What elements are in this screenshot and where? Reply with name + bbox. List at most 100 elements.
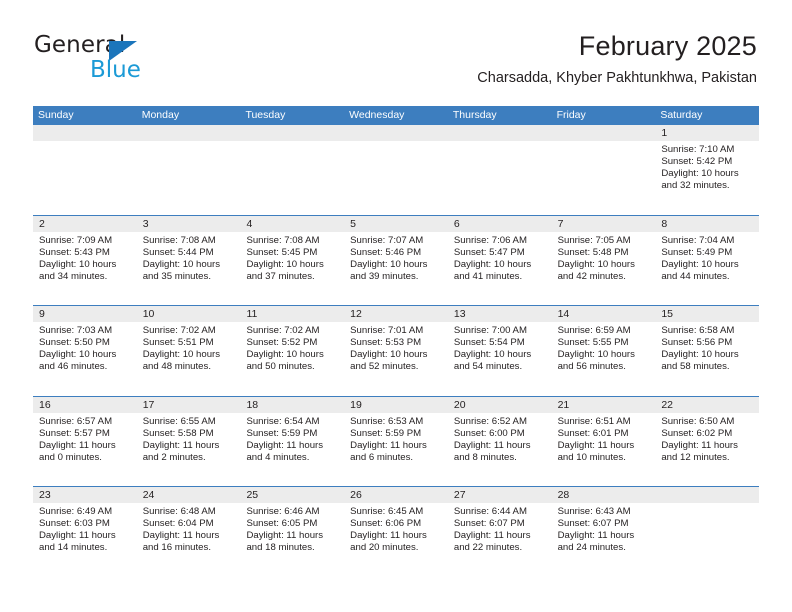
day-cell[interactable]: 24 Sunrise: 6:48 AM Sunset: 6:04 PM Dayligh… [136, 487, 241, 577]
page-title: February 2025 [578, 31, 757, 61]
day-cell[interactable]: 28 Sunrise: 6:43 AM Sunset: 6:07 PM Dayligh… [551, 487, 656, 577]
day-cell[interactable]: 9 Sunrise: 7:03 AM Sunset: 5:50 PM Daylight… [33, 306, 137, 396]
sunrise-text: Sunrise: 6:54 AM [246, 415, 320, 427]
day-info: Sunrise: 6:46 AM Sunset: 6:05 PM Daylight:… [240, 503, 344, 554]
day-cell[interactable]: 20 Sunrise: 6:52 AM Sunset: 6:00 PM Dayligh… [447, 396, 552, 486]
sunset-text: Sunset: 6:07 PM [453, 518, 525, 530]
day-info: Sunrise: 7:10 AM Sunset: 5:42 PM Daylight:… [655, 141, 759, 192]
day-info: Sunrise: 7:00 AM Sunset: 5:54 PM Daylight:… [448, 322, 552, 373]
daylight-text: Daylight: 11 hours and 20 minutes. [350, 530, 427, 554]
daylight-text: Daylight: 11 hours and 24 minutes. [557, 530, 635, 554]
day-info: Sunrise: 6:57 AM Sunset: 5:57 PM Daylight:… [33, 413, 137, 464]
day-number: 1 [655, 125, 760, 141]
day-cell[interactable]: 8 Sunrise: 7:04 AM Sunset: 5:49 PM Daylight… [655, 215, 760, 305]
day-cell[interactable]: 22 Sunrise: 6:50 AM Sunset: 6:02 PM Dayligh… [655, 396, 760, 486]
day-cell[interactable]: 18 Sunrise: 6:54 AM Sunset: 5:59 PM Dayligh… [240, 396, 345, 486]
day-cell[interactable]: 4 Sunrise: 7:08 AM Sunset: 5:45 PM Daylight… [240, 215, 345, 305]
day-cell[interactable]: 13 Sunrise: 7:00 AM Sunset: 5:54 PM Dayligh… [447, 306, 552, 396]
daylight-text: Daylight: 10 hours and 48 minutes. [142, 349, 221, 373]
week-row: 1 Sunrise: 7:10 AM Sunset: 5:42 PM Daylight… [33, 125, 760, 215]
day-info: Sunrise: 7:02 AM Sunset: 5:51 PM Daylight:… [137, 322, 241, 373]
sunset-text: Sunset: 5:59 PM [350, 427, 422, 439]
sunrise-text: Sunrise: 7:08 AM [142, 234, 216, 246]
day-cell[interactable]: 15 Sunrise: 6:58 AM Sunset: 5:56 PM Dayligh… [655, 306, 760, 396]
page-header: General Blue February 2025 Charsadda, Kh… [0, 0, 792, 100]
sunset-text: Sunset: 6:02 PM [661, 427, 733, 439]
sunset-text: Sunset: 5:56 PM [661, 337, 733, 349]
day-number: 22 [655, 396, 760, 413]
sunset-text: Sunset: 6:03 PM [39, 518, 110, 530]
day-info: Sunrise: 6:54 AM Sunset: 5:59 PM Daylight:… [240, 413, 344, 464]
day-number: 9 [33, 306, 137, 322]
sunset-text: Sunset: 5:44 PM [142, 246, 214, 258]
day-cell[interactable]: 23 Sunrise: 6:49 AM Sunset: 6:03 PM Dayligh… [33, 487, 137, 577]
weekday-header-saturday: Saturday [660, 109, 703, 121]
daylight-text: Daylight: 11 hours and 0 minutes. [39, 439, 116, 463]
sunset-text: Sunset: 5:52 PM [246, 337, 318, 349]
sunset-text: Sunset: 5:55 PM [557, 337, 629, 349]
sunrise-text: Sunrise: 7:07 AM [350, 234, 424, 246]
sunset-text: Sunset: 5:49 PM [661, 246, 733, 258]
daylight-text: Daylight: 11 hours and 4 minutes. [246, 439, 324, 463]
sunset-text: Sunset: 5:48 PM [557, 246, 629, 258]
day-cell[interactable]: 16 Sunrise: 6:57 AM Sunset: 5:57 PM Dayligh… [33, 396, 137, 486]
day-number: 27 [447, 487, 552, 503]
sunset-text: Sunset: 5:58 PM [142, 427, 214, 439]
weekday-header-monday: Monday [141, 109, 180, 121]
sunrise-text: Sunrise: 7:05 AM [557, 234, 631, 246]
calendar-page: General Blue February 2025 Charsadda, Kh… [0, 0, 792, 612]
sunrise-text: Sunrise: 6:53 AM [350, 415, 424, 427]
sunrise-text: Sunrise: 6:45 AM [350, 506, 424, 517]
day-cell[interactable]: 25 Sunrise: 6:46 AM Sunset: 6:05 PM Dayligh… [240, 487, 345, 577]
sunrise-text: Sunrise: 6:51 AM [557, 415, 631, 427]
day-info: Sunrise: 6:49 AM Sunset: 6:03 PM Daylight:… [33, 503, 137, 554]
sunrise-text: Sunrise: 6:50 AM [661, 415, 735, 427]
page-subtitle: Charsadda, Khyber Pakhtunkhwa, Pakistan [477, 70, 757, 86]
day-cell[interactable]: 12 Sunrise: 7:01 AM Sunset: 5:53 PM Dayligh… [344, 306, 448, 396]
day-cell[interactable]: 2 Sunrise: 7:09 AM Sunset: 5:43 PM Daylight… [33, 215, 137, 305]
day-cell[interactable]: 1 Sunrise: 7:10 AM Sunset: 5:42 PM Daylight… [655, 125, 760, 215]
day-cell[interactable]: 5 Sunrise: 7:07 AM Sunset: 5:46 PM Daylight… [344, 215, 448, 305]
day-info: Sunrise: 7:02 AM Sunset: 5:52 PM Daylight:… [240, 322, 344, 373]
day-number: 7 [551, 215, 656, 232]
sunset-text: Sunset: 5:53 PM [350, 337, 422, 349]
day-info: Sunrise: 6:58 AM Sunset: 5:56 PM Daylight:… [655, 322, 759, 373]
week-row: 2 Sunrise: 7:09 AM Sunset: 5:43 PM Daylight… [33, 214, 760, 305]
day-cell[interactable]: 11 Sunrise: 7:02 AM Sunset: 5:52 PM Dayligh… [240, 306, 345, 396]
day-info: Sunrise: 6:44 AM Sunset: 6:07 PM Daylight:… [448, 503, 552, 554]
daylight-text: Daylight: 10 hours and 56 minutes. [557, 349, 635, 373]
day-number: 17 [136, 396, 241, 413]
day-cell[interactable]: 27 Sunrise: 6:44 AM Sunset: 6:07 PM Dayligh… [447, 487, 552, 577]
day-info: Sunrise: 7:08 AM Sunset: 5:45 PM Daylight:… [240, 232, 344, 283]
sunset-text: Sunset: 6:05 PM [246, 518, 318, 530]
day-cell[interactable]: 6 Sunrise: 7:06 AM Sunset: 5:47 PM Daylight… [447, 215, 552, 305]
daylight-text: Daylight: 11 hours and 6 minutes. [350, 439, 427, 463]
day-number: 25 [240, 487, 345, 503]
week-row: 23 Sunrise: 6:49 AM Sunset: 6:03 PM Dayligh… [33, 486, 760, 577]
day-cell[interactable]: 26 Sunrise: 6:45 AM Sunset: 6:06 PM Dayligh… [344, 487, 448, 577]
day-cell[interactable]: 10 Sunrise: 7:02 AM Sunset: 5:51 PM Dayligh… [136, 306, 241, 396]
daylight-text: Daylight: 11 hours and 16 minutes. [142, 530, 220, 554]
general-blue-logo[interactable]: General Blue [34, 33, 214, 89]
day-number: 11 [240, 306, 345, 322]
day-cell[interactable]: 7 Sunrise: 7:05 AM Sunset: 5:48 PM Daylight… [551, 215, 656, 305]
day-cell[interactable]: 19 Sunrise: 6:53 AM Sunset: 5:59 PM Dayligh… [344, 396, 448, 486]
day-number: 23 [33, 487, 137, 503]
weekday-header-wednesday: Wednesday [349, 109, 405, 121]
sunrise-text: Sunrise: 7:00 AM [453, 325, 527, 336]
sunset-text: Sunset: 5:57 PM [39, 427, 110, 439]
day-info: Sunrise: 7:09 AM Sunset: 5:43 PM Daylight:… [33, 232, 137, 283]
day-number: 2 [33, 215, 137, 232]
day-cell[interactable]: 3 Sunrise: 7:08 AM Sunset: 5:44 PM Daylight… [136, 215, 241, 305]
sunset-text: Sunset: 5:54 PM [453, 337, 525, 349]
day-cell[interactable]: 17 Sunrise: 6:55 AM Sunset: 5:58 PM Dayligh… [136, 396, 241, 486]
day-info: Sunrise: 6:43 AM Sunset: 6:07 PM Daylight:… [552, 503, 656, 554]
daylight-text: Daylight: 10 hours and 39 minutes. [350, 258, 428, 282]
day-cell[interactable]: 21 Sunrise: 6:51 AM Sunset: 6:01 PM Dayligh… [551, 396, 656, 486]
logo-text-blue: Blue [90, 57, 141, 83]
day-cell[interactable]: 14 Sunrise: 6:59 AM Sunset: 5:55 PM Dayligh… [551, 306, 656, 396]
daylight-text: Daylight: 10 hours and 35 minutes. [142, 258, 221, 282]
sunset-text: Sunset: 5:42 PM [661, 156, 733, 168]
day-number: 5 [344, 215, 448, 232]
daylight-text: Daylight: 11 hours and 10 minutes. [557, 439, 635, 463]
